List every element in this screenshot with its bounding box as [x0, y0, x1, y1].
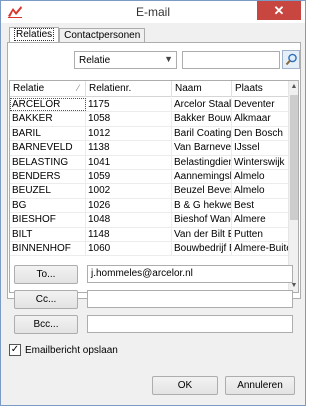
close-button[interactable]: ✕	[257, 1, 301, 20]
table-row[interactable]: BILT 1148 Van der Bilt Ele Putten	[10, 227, 290, 242]
relaties-table: Relatie ⁄ Relatienr. Naam Plaats ARCELOR…	[9, 80, 299, 293]
checkmark-icon: ✓	[10, 344, 20, 355]
table-row[interactable]: BAKKER 1058 Bakker Bouw B Alkmaar	[10, 112, 290, 127]
table-row[interactable]: ARCELOR 1175 Arcelor Staalha Deventer	[10, 98, 290, 113]
select-value: Relatie	[79, 55, 111, 66]
table-row[interactable]: BELASTING 1041 Belastingdienst Winterswi…	[10, 155, 290, 170]
cell-relatie: BG	[10, 198, 86, 213]
scrollbar-thumb[interactable]	[290, 95, 298, 220]
chevron-down-icon: ▼	[164, 54, 173, 64]
to-button[interactable]: To...	[14, 265, 78, 284]
title-bar: E-mail ✕	[1, 1, 305, 23]
cell-relatie: BENDERS	[10, 169, 86, 184]
cell-relatie: ARCELOR	[10, 98, 86, 112]
table-row[interactable]: BINNENHOF 1060 Bouwbedrijf Bir Almere-Bu…	[10, 241, 290, 257]
cell-relatienr: 1041	[86, 155, 172, 169]
cc-field[interactable]	[87, 290, 293, 308]
cell-naam: Arcelor Staalha	[174, 98, 232, 112]
table-row[interactable]: BARNEVELD 1138 Van Barneveld IJssel	[10, 141, 290, 156]
tab-relaties[interactable]: Relaties	[9, 27, 60, 43]
cell-plaats: Deventer	[232, 98, 290, 112]
column-header-naam[interactable]: Naam	[172, 81, 232, 97]
save-email-checkbox[interactable]: ✓	[9, 344, 21, 356]
cell-naam: Van der Bilt Ele	[172, 227, 232, 241]
cell-relatienr: 1058	[86, 112, 172, 126]
tab-strip: Relaties Contactpersonen	[9, 27, 146, 43]
cell-relatie: BEUZEL	[10, 184, 86, 198]
bcc-button[interactable]: Bcc...	[14, 315, 78, 334]
table-body: ARCELOR 1175 Arcelor Staalha Deventer BA…	[10, 98, 290, 257]
cell-relatie: BAKKER	[10, 112, 86, 126]
sort-ascending-icon: ⁄	[77, 83, 79, 93]
column-header-plaats[interactable]: Plaats	[232, 81, 291, 97]
cell-plaats: Putten	[232, 227, 290, 241]
filter-field-select[interactable]: Relatie ▼	[74, 51, 177, 69]
cell-plaats: IJssel	[232, 141, 290, 155]
vertical-scrollbar[interactable]: ▲ ▼	[288, 81, 298, 292]
cell-relatienr: 1138	[86, 141, 172, 155]
cell-naam: Van Barneveld	[174, 141, 232, 155]
table-row[interactable]: BG 1026 B & G hekwerk Best	[10, 198, 290, 214]
cell-relatie: BINNENHOF	[10, 241, 86, 256]
cell-plaats: Winterswijk	[232, 155, 290, 169]
cell-relatienr: 1002	[86, 184, 172, 198]
cell-plaats: Almere-Buiten	[232, 241, 290, 256]
cell-plaats: Almelo	[232, 184, 290, 198]
cell-naam: B & G hekwerk	[174, 198, 232, 213]
cell-relatienr: 1148	[86, 227, 172, 241]
cell-relatie: BARIL	[10, 126, 86, 141]
scroll-up-icon[interactable]: ▲	[289, 81, 298, 93]
column-header-relatie[interactable]: Relatie ⁄	[10, 81, 86, 97]
cell-relatienr: 1048	[86, 213, 172, 227]
cell-relatienr: 1175	[86, 98, 172, 112]
search-input[interactable]	[182, 51, 280, 69]
to-field[interactable]: j.hommeles@arcelor.nl	[87, 265, 293, 283]
cell-naam: Bieshof Wand-	[174, 213, 232, 227]
tab-contactpersonen[interactable]: Contactpersonen	[59, 28, 146, 43]
cell-naam: Baril Coatings B	[174, 126, 232, 141]
table-row[interactable]: BENDERS 1059 Aannemingsbe Almelo	[10, 169, 290, 185]
search-icon	[285, 53, 297, 66]
cell-plaats: Almere	[232, 213, 290, 227]
cell-plaats: Best	[232, 198, 290, 213]
table-header: Relatie ⁄ Relatienr. Naam Plaats	[10, 81, 298, 97]
cell-plaats: Alkmaar	[232, 112, 290, 126]
cell-relatie: BELASTING	[10, 155, 86, 169]
close-icon: ✕	[273, 3, 285, 18]
ok-button[interactable]: OK	[152, 376, 218, 395]
column-header-relatienr[interactable]: Relatienr.	[86, 81, 172, 97]
save-email-label: Emailbericht opslaan	[25, 344, 118, 356]
cancel-button[interactable]: Annuleren	[225, 376, 295, 395]
cell-plaats: Almelo	[232, 169, 290, 184]
cell-plaats: Den Bosch	[232, 126, 290, 141]
cell-naam: Bakker Bouw B	[174, 112, 232, 126]
cell-relatienr: 1060	[86, 241, 172, 256]
cell-relatienr: 1012	[86, 126, 172, 141]
cell-relatie: BILT	[10, 227, 86, 241]
tab-label: Relaties	[14, 28, 55, 41]
table-row[interactable]: BEUZEL 1002 Beuzel Bevestig Almelo	[10, 184, 290, 199]
table-row[interactable]: BARIL 1012 Baril Coatings B Den Bosch	[10, 126, 290, 142]
cell-naam: Aannemingsbe	[172, 169, 232, 184]
email-dialog: E-mail ✕ Relaties Contactpersonen Relati…	[0, 0, 306, 406]
table-row[interactable]: BIESHOF 1048 Bieshof Wand- Almere	[10, 213, 290, 228]
tab-label: Contactpersonen	[64, 30, 141, 41]
cell-relatienr: 1059	[86, 169, 172, 184]
cell-relatie: BARNEVELD	[10, 141, 86, 155]
search-button[interactable]	[282, 50, 300, 69]
cell-naam: Bouwbedrijf Bir	[172, 241, 232, 256]
save-email-option[interactable]: ✓ Emailbericht opslaan	[9, 343, 118, 357]
relaties-panel: Relatie ▼ Relatie ⁄ Relatienr. Naam Plaa…	[7, 42, 301, 299]
cell-naam: Belastingdienst	[172, 155, 232, 169]
cell-naam: Beuzel Bevestig	[174, 184, 232, 198]
cell-relatie: BIESHOF	[10, 213, 86, 227]
bcc-field[interactable]	[87, 315, 293, 333]
cc-button[interactable]: Cc...	[14, 290, 78, 309]
cell-relatienr: 1026	[86, 198, 172, 213]
